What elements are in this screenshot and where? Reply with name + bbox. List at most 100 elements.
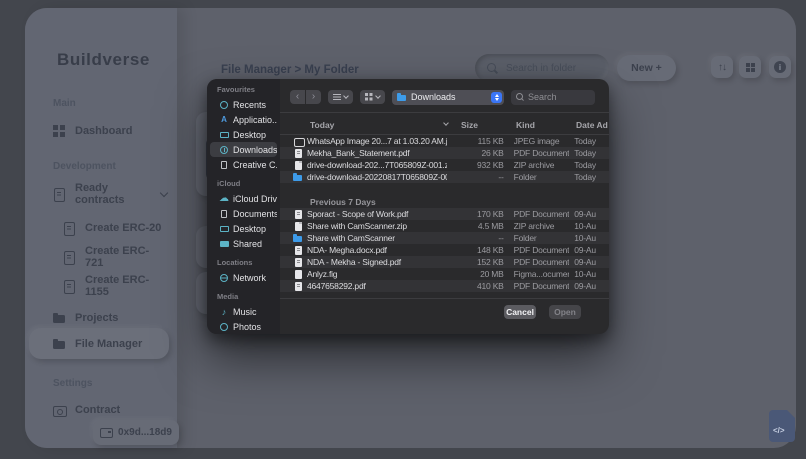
info-button[interactable]: i <box>769 56 791 78</box>
dialog-sidebar-groups: Favourites Recents Applicatio... Desktop… <box>207 85 280 334</box>
sidebar-item-contract[interactable]: Contract <box>53 400 167 420</box>
pdf-icon <box>293 148 303 158</box>
file-row[interactable]: Share with CamScanner.zip 4.5 MB ZIP arc… <box>280 220 609 232</box>
file-row[interactable]: WhatsApp Image 20...7 at 1.03.20 AM.jpeg… <box>280 135 609 147</box>
shared-folder-icon <box>219 239 229 249</box>
file-row[interactable]: 4647658292.pdf 410 KB PDF Document 09-Au <box>280 280 609 292</box>
file-row[interactable]: drive-download-20220817T065809Z-001 -- F… <box>280 171 609 183</box>
file-list: WhatsApp Image 20...7 at 1.03.20 AM.jpeg… <box>280 135 609 292</box>
document-icon <box>219 209 229 219</box>
sidebar-location-item[interactable]: Photos <box>210 319 277 334</box>
file-row[interactable]: NDA - Mekha - Signed.pdf 152 KB PDF Docu… <box>280 256 609 268</box>
sidebar-group: Favourites Recents Applicatio... Desktop… <box>207 85 280 172</box>
icon-view-button[interactable] <box>360 90 385 104</box>
sidebar-location-item[interactable]: Music <box>210 304 277 319</box>
app-sidebar: Buildverse Main Dashboard Development Re… <box>25 8 177 448</box>
folder-icon <box>53 312 66 325</box>
column-header-date[interactable]: Date Ad <box>576 120 608 130</box>
sidebar-location-item[interactable]: Desktop <box>210 221 277 236</box>
sidebar-location-item[interactable]: Shared <box>210 236 277 251</box>
back-button[interactable]: ‹ <box>290 90 305 104</box>
sidebar-item-create-erc1155[interactable]: Create ERC-1155 <box>63 276 167 296</box>
info-icon: i <box>774 61 786 73</box>
pdf-icon <box>293 257 303 267</box>
sidebar-item-label: File Manager <box>75 338 142 350</box>
sidebar-group: Media Music Photos <box>207 292 280 334</box>
open-button[interactable]: Open <box>549 305 581 319</box>
sidebar-item-ready-contracts[interactable]: Ready contracts <box>53 184 167 204</box>
sidebar-item-dashboard[interactable]: Dashboard <box>53 121 167 141</box>
folder-icon <box>293 172 303 182</box>
column-header-size[interactable]: Size <box>461 120 478 130</box>
sidebar-group: iCloud iCloud Drive Documents Desktop Sh… <box>207 179 280 251</box>
folder-icon <box>53 338 66 351</box>
wallet-icon <box>100 427 112 438</box>
sidebar-item-label: Create ERC-1155 <box>85 274 167 298</box>
dialog-sidebar: Favourites Recents Applicatio... Desktop… <box>207 79 280 334</box>
wallet-address-badge[interactable]: 0x9d...18d9 <box>93 420 179 445</box>
sidebar-location-item[interactable]: Creative C... <box>210 157 277 172</box>
sidebar-item-label: Projects <box>75 312 118 324</box>
sidebar-group-label: iCloud <box>217 179 280 190</box>
document-icon <box>219 160 229 170</box>
pdf-icon <box>293 245 303 255</box>
section-label-settings: Settings <box>53 378 92 389</box>
folder-icon <box>397 92 407 102</box>
chevron-down-icon <box>160 188 168 196</box>
chevron-down-icon <box>375 93 381 99</box>
new-button[interactable]: New + <box>617 55 676 81</box>
globe-icon <box>219 273 229 283</box>
folder-icon <box>293 233 303 243</box>
file-row[interactable]: Anlyz.fig 20 MB Figma...ocument 10-Au <box>280 268 609 280</box>
cloud-icon <box>219 194 229 204</box>
display-icon <box>219 224 229 234</box>
file-row[interactable]: drive-download-202...7T065809Z-001.zip 9… <box>280 159 609 171</box>
contract-doc-icon <box>63 251 76 264</box>
sidebar-location-item[interactable]: Desktop <box>210 127 277 142</box>
cancel-button[interactable]: Cancel <box>504 305 536 319</box>
file-row[interactable]: NDA- Megha.docx.pdf 148 KB PDF Document … <box>280 244 609 256</box>
code-file-icon <box>769 410 795 442</box>
file-row[interactable]: Sporact - Scope of Work.pdf 170 KB PDF D… <box>280 208 609 220</box>
grid-view-button[interactable] <box>739 56 761 78</box>
file-row[interactable]: Mekha_Bank_Statement.pdf 26 KB PDF Docum… <box>280 147 609 159</box>
sidebar-item-projects[interactable]: Projects <box>53 308 167 328</box>
location-dropdown[interactable]: Downloads <box>392 90 504 105</box>
section-label-main: Main <box>53 98 76 109</box>
sidebar-item-label: Create ERC-20 <box>85 222 161 234</box>
dialog-search-placeholder: Search <box>528 92 557 102</box>
zip-icon <box>293 221 303 231</box>
column-header-name[interactable]: Today <box>310 120 334 130</box>
sidebar-item-label: Ready contracts <box>75 182 143 206</box>
sidebar-group-label: Favourites <box>217 85 280 96</box>
sidebar-location-item[interactable]: Recents <box>210 97 277 112</box>
dialog-search-input[interactable]: Search <box>511 90 595 105</box>
sidebar-group-label: Locations <box>217 258 280 269</box>
sort-arrows-icon: ↑↓ <box>718 62 726 73</box>
list-view-button[interactable] <box>328 90 353 104</box>
sidebar-location-item[interactable]: Downloads <box>210 142 277 157</box>
grid-view-icon <box>365 93 373 101</box>
sidebar-location-item[interactable]: Network <box>210 270 277 285</box>
display-icon <box>219 130 229 140</box>
sidebar-item-create-erc721[interactable]: Create ERC-721 <box>63 247 167 267</box>
open-file-dialog: Favourites Recents Applicatio... Desktop… <box>207 79 609 334</box>
folder-search-input[interactable]: Search in folder <box>475 54 609 82</box>
sort-button[interactable]: ↑↓ <box>711 56 733 78</box>
dropdown-caret-icon <box>491 92 502 103</box>
sidebar-item-create-erc20[interactable]: Create ERC-20 <box>63 218 167 238</box>
sidebar-location-item[interactable]: iCloud Drive <box>210 191 277 206</box>
sidebar-location-item[interactable]: Documents <box>210 206 277 221</box>
sidebar-item-file-manager[interactable]: File Manager <box>53 334 167 354</box>
file-row[interactable]: Share with CamScanner -- Folder 10-Au <box>280 232 609 244</box>
sidebar-location-item[interactable]: Applicatio... <box>210 112 277 127</box>
search-icon <box>487 63 498 74</box>
dashboard-icon <box>53 125 66 138</box>
pdf-icon <box>293 209 303 219</box>
contract-doc-icon <box>53 188 66 201</box>
dialog-toolbar: ‹ › Downloads Search <box>290 87 603 107</box>
column-header-kind[interactable]: Kind <box>516 120 535 130</box>
contract-doc-icon <box>63 222 76 235</box>
image-icon <box>293 136 303 146</box>
forward-button[interactable]: › <box>306 90 321 104</box>
